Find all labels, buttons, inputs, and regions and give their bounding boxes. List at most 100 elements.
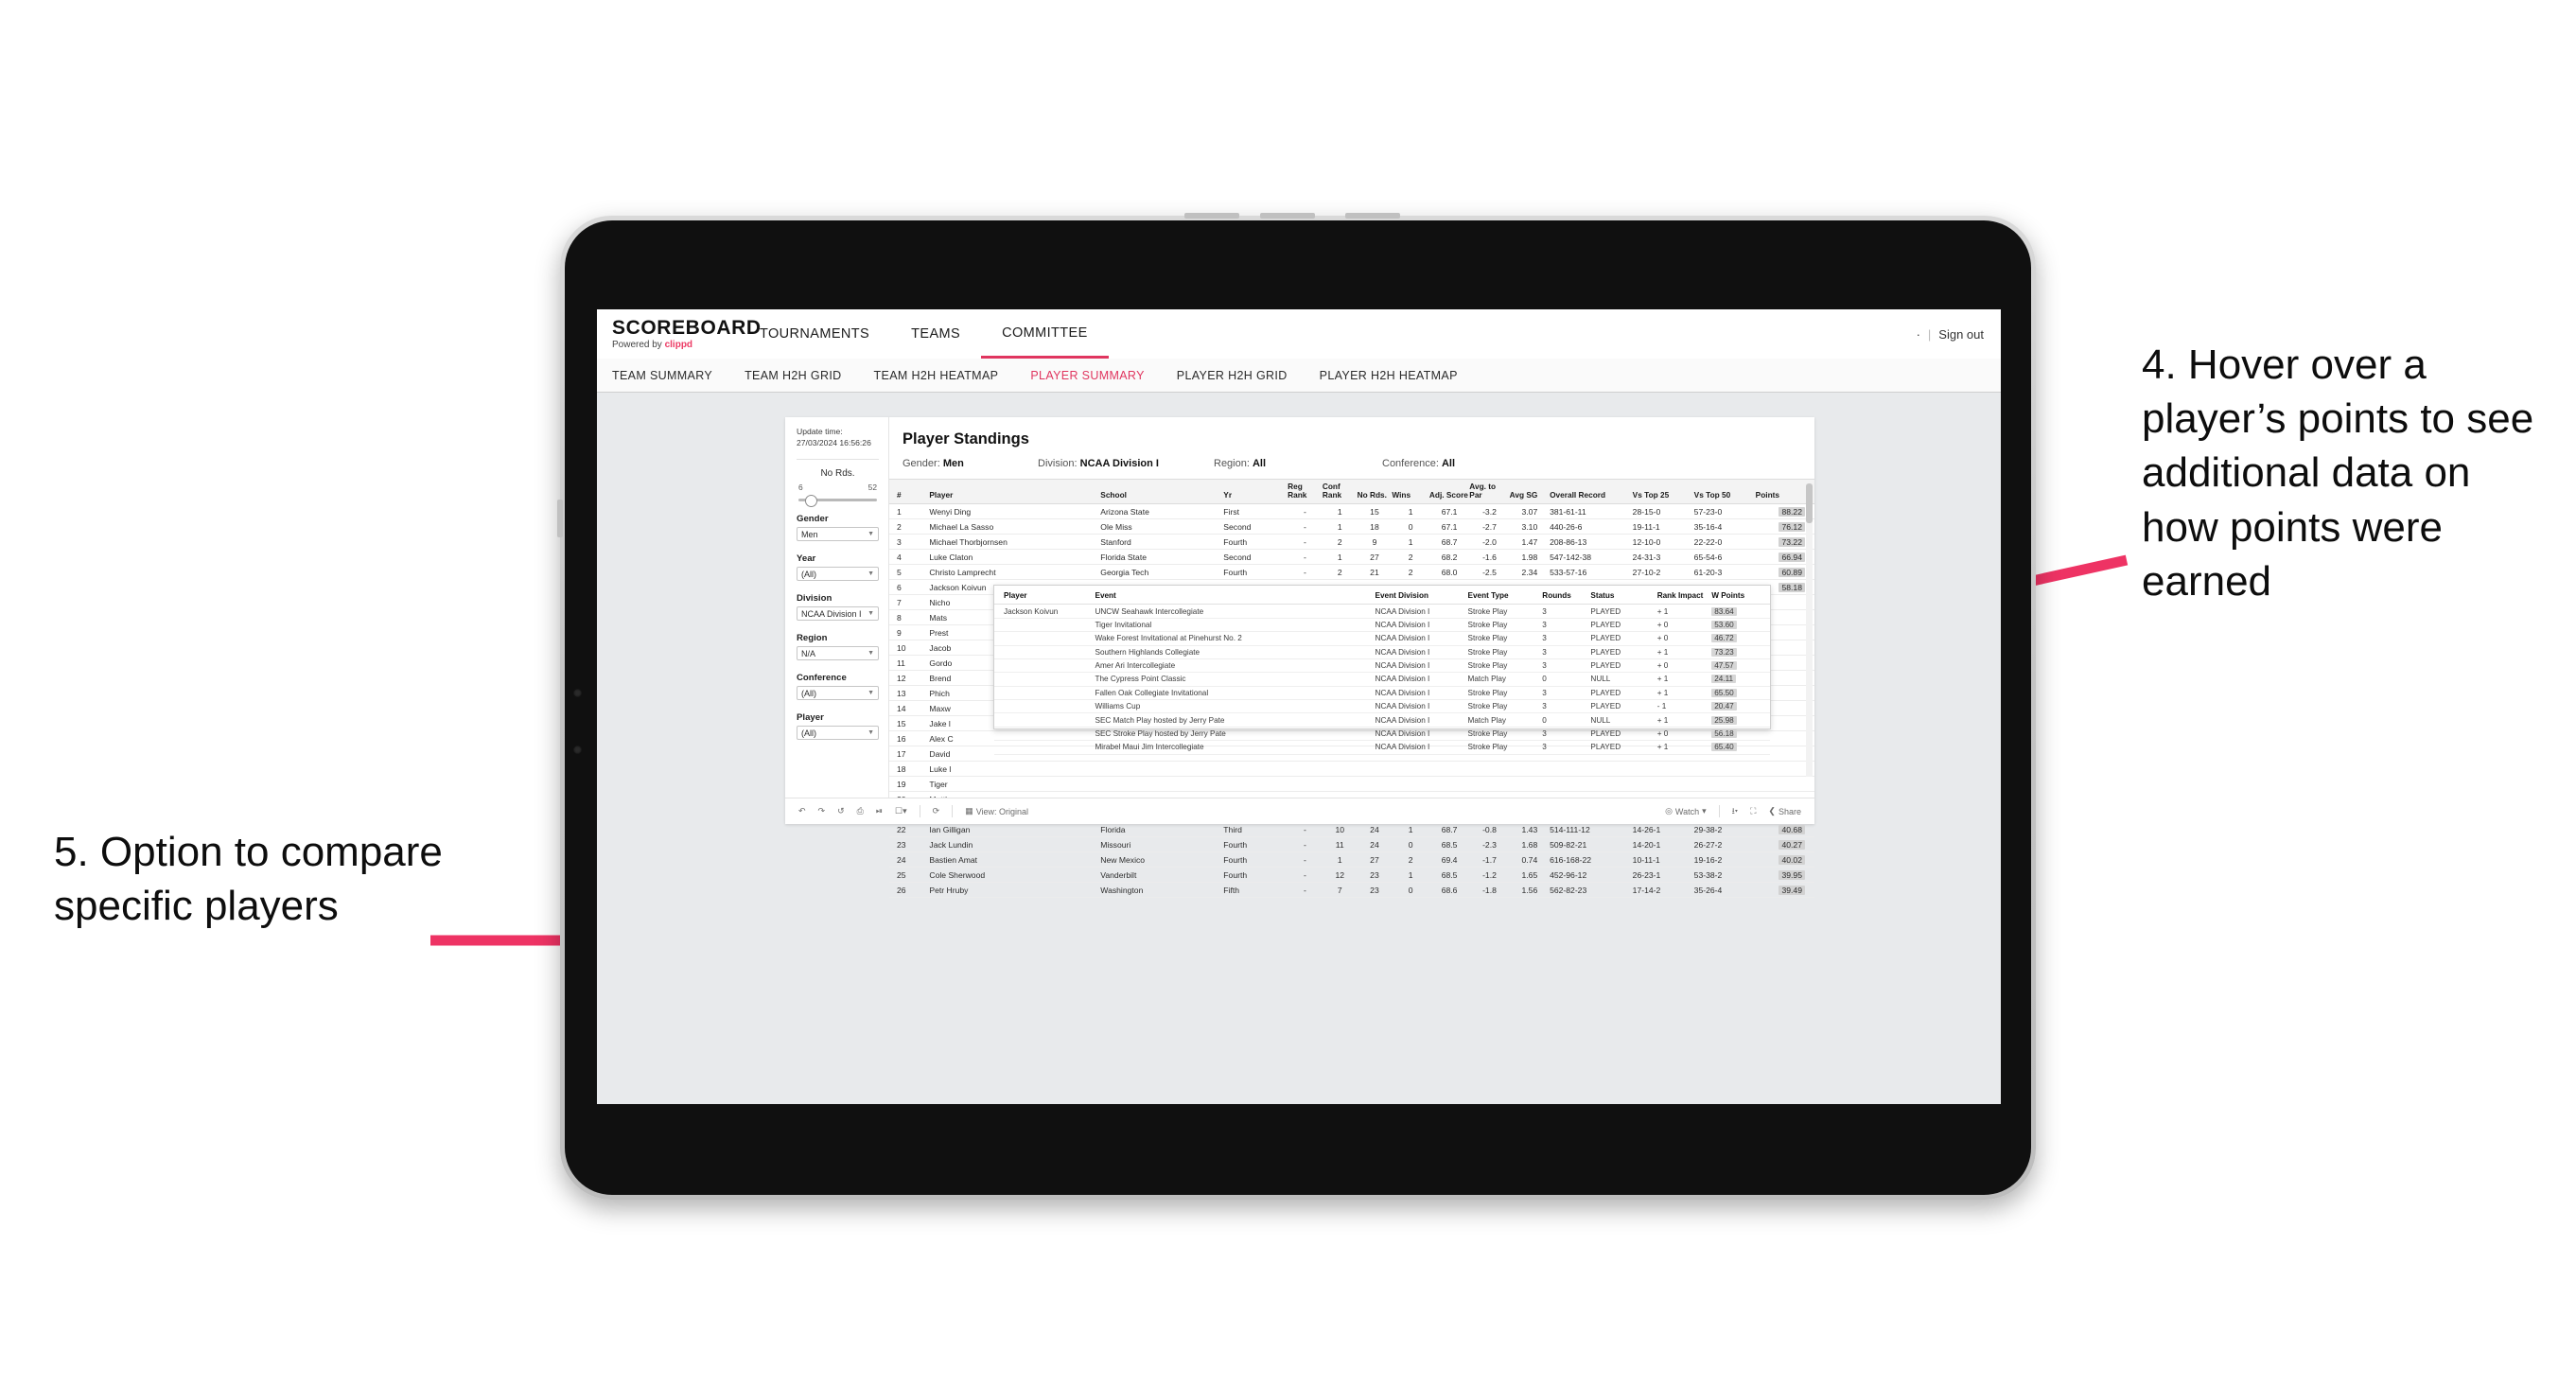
cell-school: Florida <box>1100 821 1224 838</box>
cell-vs-top-25: 28-15-0 <box>1632 503 1694 520</box>
points-badge[interactable]: 76.12 <box>1779 521 1805 532</box>
nav-committee[interactable]: COMMITTEE <box>981 309 1109 359</box>
points-badge[interactable]: 58.18 <box>1779 582 1805 592</box>
col-school[interactable]: School <box>1100 478 1224 505</box>
primary-nav: TOURNAMENTS TEAMS COMMITTEE <box>739 309 1109 359</box>
tt-cell-event: Williams Cup <box>1095 699 1376 714</box>
points-badge[interactable]: 40.68 <box>1779 824 1805 834</box>
nav-tournaments[interactable]: TOURNAMENTS <box>739 309 890 359</box>
filter-region-select[interactable]: N/A ▼ <box>797 646 879 661</box>
table-row[interactable]: 24 Bastien Amat New Mexico Fourth -1 27 2 69.4-… <box>889 851 1814 868</box>
points-badge[interactable]: 40.27 <box>1779 839 1805 850</box>
refresh-icon[interactable]: ⟳ <box>933 806 940 816</box>
col-adj-score[interactable]: Adj. Score <box>1428 478 1470 505</box>
col-no-rds[interactable]: No Rds. <box>1357 478 1393 505</box>
col-avg-to-par[interactable]: Avg. to Par <box>1469 478 1510 505</box>
table-row[interactable]: 19 Tiger <box>889 776 1814 793</box>
filter-player-select[interactable]: (All) ▼ <box>797 726 879 741</box>
user-menu-icon[interactable]: · <box>1917 327 1920 342</box>
col-yr[interactable]: Yr <box>1223 478 1288 505</box>
resume-updates-icon[interactable]: ⏯ <box>876 806 883 816</box>
app-logo[interactable]: SCOREBOARD Powered by clippd <box>597 309 761 359</box>
filter-gender-select[interactable]: Men ▼ <box>797 527 879 542</box>
col-vs-top-50[interactable]: Vs Top 50 <box>1693 478 1756 505</box>
col-conf-rank[interactable]: Conf Rank <box>1322 478 1358 505</box>
sign-out-link[interactable]: Sign out <box>1938 327 1984 342</box>
table-row[interactable]: 18 Luke l <box>889 761 1814 778</box>
no-rounds-slider[interactable] <box>798 495 877 508</box>
points-badge[interactable]: 88.22 <box>1779 506 1805 517</box>
meta-gender-label: Gender: <box>902 458 943 469</box>
tt-cell-event-division: NCAA Division I <box>1375 727 1468 742</box>
cell-vs-top-25: 26-23-1 <box>1632 867 1694 884</box>
subnav-player-h2h-grid[interactable]: PLAYER H2H GRID <box>1177 369 1308 382</box>
cell-school: Washington <box>1100 882 1224 899</box>
col-reg-rank[interactable]: Reg Rank <box>1288 478 1323 505</box>
tt-cell-event: Wake Forest Invitational at Pinehurst No… <box>1095 631 1376 646</box>
filter-conference-select[interactable]: (All) ▼ <box>797 686 879 701</box>
col-wins[interactable]: Wins <box>1392 478 1429 505</box>
table-row[interactable]: 26 Petr Hruby Washington Fifth -7 23 0 68.6 -1.8… <box>889 882 1814 899</box>
filter-division-label: Division <box>797 593 832 605</box>
tt-cell-event-division: NCAA Division I <box>1375 618 1468 633</box>
col-rank[interactable]: # <box>889 478 930 505</box>
points-badge[interactable]: 39.49 <box>1779 885 1805 895</box>
header-divider: | <box>1927 326 1932 342</box>
subnav-team-h2h-heatmap[interactable]: TEAM H2H HEATMAP <box>874 369 1020 382</box>
points-badge[interactable]: 40.02 <box>1779 854 1805 865</box>
points-badge[interactable]: 66.94 <box>1779 552 1805 562</box>
table-row[interactable]: 2 Michael La Sasso Ole Miss Second -1 18 0 67.1… <box>889 518 1814 535</box>
download-button[interactable]: ⭳▾ <box>1732 804 1738 819</box>
cell-vs-top-50: 61-20-3 <box>1693 564 1756 581</box>
cell-avg-sg: 1.56 <box>1509 882 1551 899</box>
col-overall-record[interactable]: Overall Record <box>1550 478 1633 505</box>
table-row[interactable]: 4 Luke Claton Florida State Second -1 27 2 68.2… <box>889 549 1814 566</box>
share-button[interactable]: ❮ Share <box>1768 806 1801 816</box>
no-rounds-slider-handle[interactable] <box>804 495 817 508</box>
filter-year-select[interactable]: (All) ▼ <box>797 567 879 582</box>
subnav-player-summary[interactable]: PLAYER SUMMARY <box>1030 369 1165 382</box>
tooltip-row: Mirabel Maui Jim Intercollegiate NCAA Div… <box>994 740 1770 755</box>
nav-teams[interactable]: TEAMS <box>890 309 981 359</box>
table-row[interactable]: 1 Wenyi Ding Arizona State First -1 15 1 67.1 -3… <box>889 503 1814 520</box>
revert-icon[interactable]: ↺ <box>837 806 845 816</box>
tt-cell-status: PLAYED <box>1590 604 1657 619</box>
view-original-button[interactable]: ▦ View: Original <box>965 806 1028 816</box>
filter-division-select[interactable]: NCAA Division I ▼ <box>797 606 879 622</box>
tt-cell-status: PLAYED <box>1590 727 1657 742</box>
table-row[interactable]: 5 Christo Lamprecht Georgia Tech Fourth -2 21… <box>889 564 1814 581</box>
redo-icon[interactable]: ↷ <box>818 806 826 816</box>
table-scrollbar[interactable] <box>1806 483 1813 777</box>
device-layout-icon[interactable]: ☐▾ <box>895 806 907 816</box>
subnav-player-h2h-heatmap[interactable]: PLAYER H2H HEATMAP <box>1320 369 1479 382</box>
points-badge[interactable]: 73.22 <box>1779 536 1805 547</box>
view-icon: ▦ <box>965 806 973 816</box>
watch-button[interactable]: ◎ Watch ▾ <box>1665 806 1707 816</box>
update-time-label: Update time: <box>797 427 843 436</box>
cell-school: New Mexico <box>1100 851 1224 868</box>
tablet-screen: SCOREBOARD Powered by clippd TOURNAMENTS… <box>597 309 2001 1104</box>
col-avg-sg[interactable]: Avg SG <box>1509 478 1551 505</box>
table-row[interactable]: 25 Cole Sherwood Vanderbilt Fourth -12 23 1 68.… <box>889 867 1814 884</box>
points-badge[interactable]: 60.89 <box>1779 567 1805 577</box>
cell-school: Arizona State <box>1100 503 1224 520</box>
col-player[interactable]: Player <box>929 478 1101 505</box>
col-vs-top-25[interactable]: Vs Top 25 <box>1632 478 1694 505</box>
cell-rank: 2 <box>889 518 930 535</box>
cell-vs-top-25: 10-11-1 <box>1632 851 1694 868</box>
chevron-down-icon: ▼ <box>867 531 874 538</box>
points-badge[interactable]: 39.95 <box>1779 869 1805 880</box>
tt-cell-status: PLAYED <box>1590 658 1657 674</box>
subnav-team-summary[interactable]: TEAM SUMMARY <box>612 369 733 382</box>
table-row[interactable]: 23 Jack Lundin Missouri Fourth -11 24 0 68.5 -2.… <box>889 836 1814 853</box>
pause-updates-icon[interactable]: ⎙ <box>857 806 864 816</box>
table-row[interactable]: 22 Ian Gilligan Florida Third -10 24 1 68.7 -0.8… <box>889 821 1814 838</box>
table-row[interactable]: 3 Michael Thorbjornsen Stanford Fourth -2 9 1 6… <box>889 534 1814 551</box>
scrollbar-thumb[interactable] <box>1806 483 1813 523</box>
tt-cell-rank-impact: + 1 <box>1656 645 1712 659</box>
cell-player: Jack Lundin <box>929 836 1101 853</box>
fullscreen-icon[interactable]: ⛶ <box>1750 806 1756 816</box>
subnav-team-h2h-grid[interactable]: TEAM H2H GRID <box>745 369 862 382</box>
tooltip-body: Jackson Koivun UNCW Seahawk Intercollegia… <box>994 604 1770 755</box>
undo-icon[interactable]: ↶ <box>798 806 806 816</box>
